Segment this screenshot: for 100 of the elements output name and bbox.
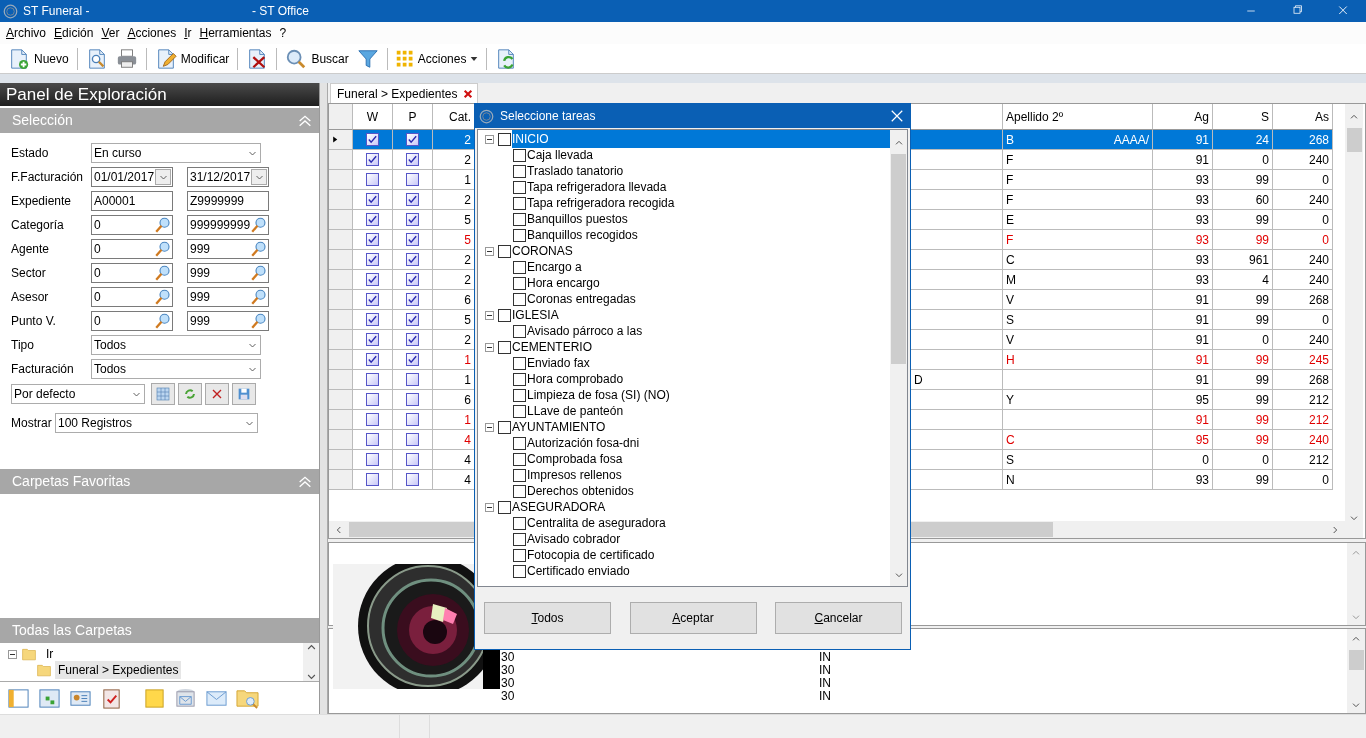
table-cell-text: 0 — [1322, 311, 1329, 329]
table-cell-text: 91 — [1195, 371, 1209, 389]
table-cell-text: 6 — [464, 391, 471, 409]
table-cell-text: 99 — [1255, 291, 1269, 309]
table-cell-text: C — [1006, 431, 1015, 449]
table-cell-text: 212 — [1308, 391, 1329, 409]
table-cell-text: 240 — [1308, 431, 1329, 449]
table-cell-text: 6 — [464, 291, 471, 309]
field-label: Mostrar — [11, 415, 53, 432]
field-label: Facturación — [11, 361, 75, 378]
table-cell-text: 99 — [1255, 411, 1269, 429]
table-cell-text: 961 — [1248, 251, 1269, 269]
table-cell-text: 93 — [1195, 211, 1209, 229]
table-cell-text: 0 — [1262, 451, 1269, 469]
field-label: Asesor — [11, 289, 50, 306]
table-cell-text: 93 — [1195, 191, 1209, 209]
field-label: Sector — [11, 265, 47, 282]
table-cell-text: 1 — [464, 371, 471, 389]
field-label: Agente — [11, 241, 51, 258]
list-cell: IN — [819, 690, 831, 703]
table-cell-text: 1 — [464, 351, 471, 369]
table-cell-text: 99 — [1255, 231, 1269, 249]
list-cell-text: 30 — [501, 651, 516, 664]
field-label: Categoría — [11, 217, 65, 234]
panel-header: Panel de Exploración — [0, 83, 319, 106]
field-label: Punto V. — [11, 313, 57, 330]
field-label: Estado — [11, 145, 50, 162]
table-cell-text: C — [1006, 251, 1015, 269]
table-cell-text: V — [1006, 291, 1014, 309]
table-cell-text: N — [1006, 471, 1015, 489]
table-cell-text: 2 — [464, 191, 471, 209]
dialog-title: Seleccione tareas — [500, 108, 597, 125]
table-cell-text: 93 — [1195, 471, 1209, 489]
table-cell-text: 24 — [1255, 131, 1269, 149]
table-cell-text: 240 — [1308, 191, 1329, 209]
table-cell-text: 240 — [1308, 251, 1329, 269]
table-cell-text: 2 — [464, 151, 471, 169]
table-cell-text: 99 — [1255, 471, 1269, 489]
field-label: F.Facturación — [11, 169, 85, 186]
table-cell-text: B — [1006, 131, 1014, 149]
table-cell-text: 91 — [1195, 291, 1209, 309]
table-cell-text: AAAA/ — [1113, 131, 1149, 149]
table-cell-text: 5 — [464, 311, 471, 329]
table-cell-text: 245 — [1308, 351, 1329, 369]
window-title: ST Funeral - — [22, 3, 91, 20]
table-cell-text: 4 — [464, 431, 471, 449]
table-cell-text: 95 — [1195, 391, 1209, 409]
table-cell-text: 212 — [1308, 451, 1329, 469]
table-cell-text: 99 — [1255, 171, 1269, 189]
table-cell-text: 2 — [464, 271, 471, 289]
list-cell: IN — [819, 677, 831, 690]
table-cell-text: 268 — [1308, 131, 1329, 149]
table-cell-text: E — [1006, 211, 1014, 229]
field-label: Tipo — [11, 337, 35, 354]
table-cell-text: 268 — [1308, 291, 1329, 309]
table-cell-text: 99 — [1255, 211, 1269, 229]
table-cell-text: 91 — [1195, 351, 1209, 369]
table-cell-text: 0 — [1322, 211, 1329, 229]
table-cell-text: 0 — [1262, 331, 1269, 349]
table-cell-text: 91 — [1195, 151, 1209, 169]
table-cell-text: S — [1006, 311, 1014, 329]
section-title: Carpetas Favoritas — [12, 472, 131, 491]
table-cell-text: 240 — [1308, 271, 1329, 289]
table-cell-text: 2 — [464, 331, 471, 349]
field-label: Expediente — [11, 193, 73, 210]
table-cell-text: 0 — [1202, 451, 1209, 469]
table-cell-text: 99 — [1255, 311, 1269, 329]
list-cell-text: 30 — [501, 677, 516, 690]
list-cell-text: 30 — [501, 690, 516, 703]
table-cell-text: 4 — [464, 451, 471, 469]
table-cell-text: 0 — [1262, 151, 1269, 169]
list-cell: IN — [819, 651, 831, 664]
table-cell-text: 95 — [1195, 431, 1209, 449]
table-cell-text: 93 — [1195, 251, 1209, 269]
table-cell-text: 240 — [1308, 151, 1329, 169]
table-cell-text: H — [1006, 351, 1015, 369]
table-cell-text: M — [1006, 271, 1016, 289]
table-cell-text: 1 — [464, 411, 471, 429]
table-cell-text: V — [1006, 331, 1014, 349]
table-cell-text: 212 — [1308, 411, 1329, 429]
table-cell-text: 91 — [1195, 311, 1209, 329]
table-cell-text: 99 — [1255, 351, 1269, 369]
table-cell-text: 99 — [1255, 371, 1269, 389]
section-title: Selección — [12, 111, 73, 130]
table-cell-text: 2 — [464, 131, 471, 149]
table-cell-text: S — [1006, 451, 1014, 469]
table-cell-text: F — [1006, 231, 1014, 249]
table-cell-text: 4 — [1262, 271, 1269, 289]
table-cell-text: 0 — [1322, 171, 1329, 189]
table-cell-text: D — [914, 371, 923, 389]
section-title: Todas las Carpetas — [12, 621, 132, 640]
table-cell-text: 93 — [1195, 271, 1209, 289]
table-cell-text: 91 — [1195, 131, 1209, 149]
table-cell-text: Y — [1006, 391, 1014, 409]
table-cell-text: F — [1006, 191, 1014, 209]
table-cell-text: 91 — [1195, 411, 1209, 429]
table-cell-text: 268 — [1308, 371, 1329, 389]
table-cell-text: 93 — [1195, 231, 1209, 249]
list-cell-text: 30 — [501, 664, 516, 677]
table-cell-text: 5 — [464, 211, 471, 229]
